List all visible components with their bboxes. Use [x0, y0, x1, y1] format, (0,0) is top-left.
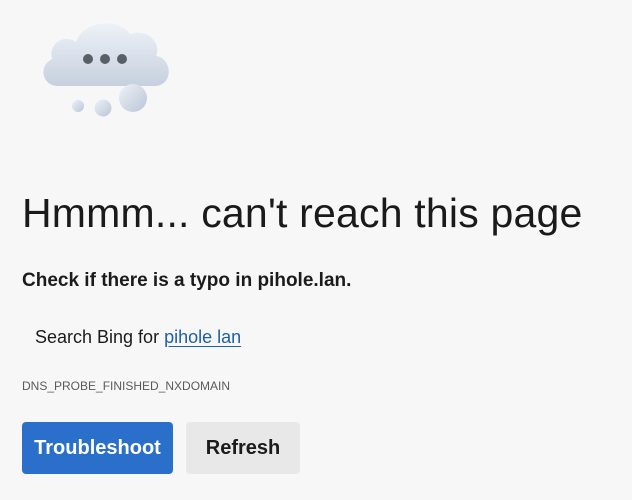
typo-hint: Check if there is a typo in pihole.lan. — [22, 270, 352, 291]
search-suggestion: Search Bing for pihole lan — [35, 327, 241, 348]
search-suggestion-label: Search Bing for — [35, 327, 165, 347]
error-illustration — [36, 14, 186, 126]
refresh-button[interactable]: Refresh — [186, 422, 300, 474]
error-code: DNS_PROBE_FINISHED_NXDOMAIN — [22, 379, 231, 393]
troubleshoot-button[interactable]: Troubleshoot — [22, 422, 173, 474]
page-title: Hmmm... can't reach this page — [22, 190, 583, 236]
cloud-with-dots-icon — [43, 23, 169, 117]
search-bing-link[interactable]: pihole lan — [164, 327, 241, 347]
